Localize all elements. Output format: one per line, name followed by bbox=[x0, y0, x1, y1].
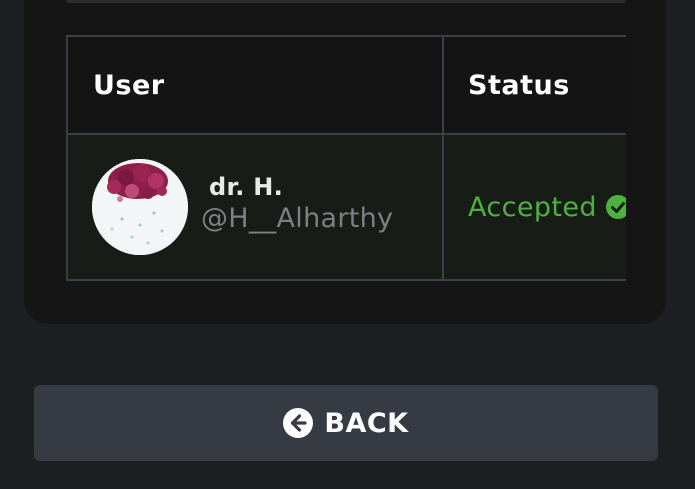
back-button-label: BACK bbox=[324, 407, 409, 439]
table-header-row: User Status bbox=[66, 35, 626, 135]
user-cell: dr. H. @H__Alharthy bbox=[66, 133, 444, 281]
members-table: User Status dr. H. @H__Alharthy Accepted bbox=[66, 35, 626, 283]
table-row[interactable]: dr. H. @H__Alharthy Accepted bbox=[66, 133, 626, 281]
column-header-user: User bbox=[66, 35, 444, 135]
check-circle-icon bbox=[605, 195, 626, 219]
avatar[interactable] bbox=[92, 159, 188, 255]
avatar-image bbox=[92, 159, 188, 255]
search-input-edge[interactable] bbox=[66, 0, 626, 3]
user-handle: @H__Alharthy bbox=[201, 202, 394, 234]
column-header-status: Status bbox=[442, 35, 626, 135]
user-display-name: dr. H. bbox=[209, 172, 284, 201]
status-badge: Accepted bbox=[468, 191, 597, 223]
status-cell: Accepted bbox=[442, 133, 626, 281]
arrow-left-circle-icon bbox=[283, 408, 314, 438]
back-button[interactable]: BACK bbox=[34, 385, 658, 461]
